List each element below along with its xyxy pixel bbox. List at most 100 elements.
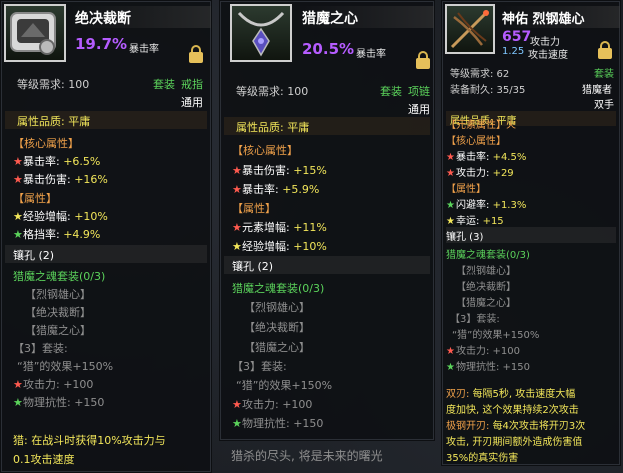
socket-count: 镶孔 (3) [446,232,484,243]
star-icon: ★ [446,346,455,357]
star-icon: ★ [232,221,242,234]
set-item-3: 【猎魔之心】 [25,324,91,337]
set-tag: 套装 [380,85,402,98]
set-item-2: 【绝决裁断】 [456,282,516,293]
star-icon: ★ [232,183,242,196]
lock-icon[interactable] [598,41,612,59]
item-title: 神佑 烈钢雄心 [502,12,585,27]
core-attr-header: 【核心属性】 [232,144,298,157]
star-icon: ★ [446,168,455,179]
attr-2: ★经验增幅: +10% [232,240,327,253]
star-icon: ★ [232,240,242,253]
attr-1: ★元素增幅: +11% [232,221,327,234]
usage-tag: 通用 [181,96,203,109]
star-icon: ★ [232,417,242,430]
hand-tag: 双手 [594,100,614,111]
set-item-1: 【烈钢雄心】 [244,301,310,314]
skill-1-line-1: 双刃: 每隔5秒, 攻击速度大幅 [446,389,576,400]
crit-label: 暴击率 [129,44,159,55]
set-bonus-3: ★物理抗性: +150 [13,396,105,409]
attack-speed-label: 攻击速度 [528,50,568,61]
tooltip-header: 猎魔之心 20.5% 暴击率 [220,1,434,71]
set-bonus-header: 【3】套装: [232,360,287,373]
slot-tag: 戒指 [181,78,203,91]
set-bonus-header: 【3】套装: [450,314,500,325]
star-icon: ★ [13,378,23,391]
attack-speed-value: 1.25 [502,46,525,57]
ring-item-icon[interactable] [4,4,66,62]
star-icon: ★ [446,152,455,163]
core-attr-1: ★暴击率: +4.5% [446,152,527,163]
set-item-3: 【猎魔之心】 [244,341,310,354]
slot-tag: 项链 [408,85,430,98]
crit-value: 19.7% [75,35,128,53]
item-tooltip-necklace: 猎魔之心 20.5% 暴击率 等级需求: 100 套装 项链 通用 属性品质: … [219,0,435,441]
attr-1: ★闪避率: +1.3% [446,200,527,211]
set-bonus-2: ★攻击力: +100 [232,398,313,411]
set-bonus-3: ★物理抗性: +150 [446,362,531,373]
item-title: 绝决裁断 [75,11,131,27]
set-name: 猎魔之魂套装(0/3) [232,282,325,295]
quality-label: 属性品质: 平庸 [236,121,310,134]
skill-2-line-1: 极钢开刃: 每4次攻击将开刃3次 [446,421,586,432]
set-bonus-2: ★攻击力: +100 [446,346,521,357]
set-bonus-1: “猎”的效果+150% [236,379,333,392]
passive-desc-1: 猎: 在战斗时获得10%攻击力与 [13,434,166,447]
attr-header: 【属性】 [232,202,276,215]
star-icon: ★ [232,164,242,177]
set-item-1: 【烈钢雄心】 [25,288,91,301]
flavor-text: 猎杀的尽头, 将是未来的曙光 [231,449,383,463]
crit-value: 20.5% [302,40,355,58]
usage-tag: 通用 [408,103,430,116]
core-attr-header: 【核心属性】 [446,136,506,147]
core-attr-2: ★攻击力: +29 [446,168,514,179]
crit-label: 暴击率 [356,49,386,60]
level-requirement: 等级需求: 100 [236,85,309,98]
tooltip-header: 神佑 烈钢雄心 657 攻击力 1.25 攻击速度 [442,1,620,71]
tooltip-header: 绝决裁断 19.7% 暴击率 [1,1,211,71]
lock-icon[interactable] [416,51,430,69]
durability: 装备耐久: 35/35 [450,85,526,96]
set-tag: 套装 [153,78,175,91]
attr-1: ★经验增幅: +10% [13,210,108,223]
set-bonus-2: ★攻击力: +100 [13,378,94,391]
set-tag: 套装 [594,69,614,80]
element-attr-header: 【元素属性】火 [446,120,516,131]
set-bonus-1: “猎”的效果+150% [17,360,114,373]
lock-icon[interactable] [189,45,203,63]
class-tag: 猎魔者 [582,85,612,96]
skill-2-line-2: 攻击, 开刃期间额外造成伤害值 [446,437,583,448]
set-item-3: 【猎魔之心】 [456,298,516,309]
star-icon: ★ [13,155,23,168]
star-icon: ★ [232,398,242,411]
item-tooltip-ring: 绝决裁断 19.7% 暴击率 等级需求: 100 套装 戒指 通用 属性品质: … [0,0,212,473]
crossbow-item-icon[interactable] [445,4,495,54]
core-attr-header: 【核心属性】 [13,137,79,150]
set-item-1: 【烈钢雄心】 [456,266,516,277]
set-item-2: 【绝决裁断】 [244,321,310,334]
passive-desc-2: 0.1攻击速度 [13,453,75,466]
level-requirement: 等级需求: 100 [17,78,90,91]
attr-header: 【属性】 [446,184,486,195]
set-item-2: 【绝决裁断】 [25,306,91,319]
star-icon: ★ [13,173,23,186]
attack-value: 657 [502,29,532,45]
attr-2: ★格挡率: +4.9% [13,228,101,241]
star-icon: ★ [446,362,455,373]
socket-count: 镶孔 (2) [13,249,55,262]
set-bonus-3: ★物理抗性: +150 [232,417,324,430]
attr-header: 【属性】 [13,192,57,205]
level-requirement: 等级需求: 62 [450,69,510,80]
necklace-item-icon[interactable] [230,4,292,62]
set-name: 猎魔之魂套装(0/3) [13,270,106,283]
skill-2-line-3: 35%的真实伤害 [446,453,519,464]
core-attr-1: ★暴击伤害: +15% [232,164,327,177]
star-icon: ★ [446,200,455,211]
attr-2: ★幸运: +15 [446,216,504,227]
socket-count: 镶孔 (2) [232,260,274,273]
star-icon: ★ [13,396,23,409]
item-tooltip-weapon: 神佑 烈钢雄心 657 攻击力 1.25 攻击速度 等级需求: 62 套装 装备… [441,0,621,466]
star-icon: ★ [13,210,23,223]
core-attr-1: ★暴击率: +6.5% [13,155,101,168]
skill-1-line-2: 度加快, 这个效果持续2次攻击 [446,405,579,416]
